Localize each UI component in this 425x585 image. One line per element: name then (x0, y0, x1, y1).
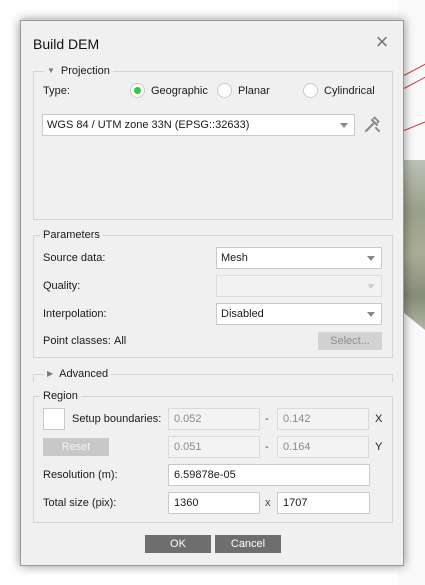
interpolation-label: Interpolation: (43, 308, 107, 320)
total-width-field[interactable]: 1360 (168, 492, 260, 514)
y-min-field[interactable]: 0.051 (168, 436, 260, 458)
point-classes-value: All (114, 335, 127, 347)
type-label: Type: (43, 85, 70, 97)
resolution-label: Resolution (m): (43, 469, 118, 481)
x-axis-label: X (375, 413, 383, 425)
total-size-label: Total size (pix): (43, 497, 117, 509)
radio-cylindrical-label[interactable]: Cylindrical (324, 85, 375, 97)
crs-select[interactable]: WGS 84 / UTM zone 33N (EPSG::32633) (42, 114, 355, 136)
y-range-dash: - (265, 441, 269, 453)
cancel-button[interactable]: Cancel (215, 535, 281, 553)
interpolation-select[interactable]: Disabled (216, 303, 382, 325)
radio-planar[interactable] (217, 83, 232, 98)
source-data-label: Source data: (43, 252, 106, 264)
dialog-title: Build DEM (33, 36, 100, 52)
build-dem-dialog: Build DEM × ▼ Projection Type: Geographic… (20, 20, 404, 566)
chevron-down-icon (367, 284, 375, 289)
x-max-field[interactable]: 0.142 (277, 408, 369, 430)
radio-cylindrical[interactable] (303, 83, 318, 98)
crs-value: WGS 84 / UTM zone 33N (EPSG::32633) (47, 119, 250, 131)
chevron-down-icon (367, 256, 375, 261)
region-legend: Region (40, 390, 81, 402)
close-icon[interactable]: × (373, 31, 391, 53)
y-max-field[interactable]: 0.164 (277, 436, 369, 458)
radio-geographic[interactable] (130, 83, 145, 98)
size-times-sign: x (265, 497, 271, 509)
y-axis-label: Y (375, 441, 383, 453)
setup-boundaries-checkbox[interactable] (43, 408, 65, 430)
x-min-field[interactable]: 0.052 (168, 408, 260, 430)
ok-button[interactable]: OK (145, 535, 211, 553)
radio-geographic-label[interactable]: Geographic (151, 85, 208, 97)
background-ortho-image (404, 160, 425, 330)
chevron-down-icon (367, 312, 375, 317)
advanced-group: ▶ Advanced (33, 368, 393, 382)
projection-legend[interactable]: ▼ Projection (44, 65, 113, 77)
reset-button[interactable]: Reset (43, 438, 109, 456)
x-range-dash: - (265, 413, 269, 425)
setup-boundaries-label: Setup boundaries: (72, 413, 162, 425)
collapse-triangle-icon: ▼ (47, 66, 55, 75)
radio-planar-label[interactable]: Planar (238, 85, 270, 97)
expand-triangle-icon: ▶ (47, 369, 54, 378)
select-point-classes-button[interactable]: Select... (318, 332, 382, 350)
quality-select[interactable] (216, 275, 382, 297)
advanced-legend[interactable]: ▶ Advanced (44, 368, 112, 380)
resolution-field[interactable]: 6.59878e-05 (168, 464, 370, 486)
total-height-field[interactable]: 1707 (277, 492, 370, 514)
interpolation-value: Disabled (221, 308, 264, 320)
chevron-down-icon (340, 123, 348, 128)
source-data-value: Mesh (221, 252, 248, 264)
parameters-legend: Parameters (40, 229, 103, 241)
crs-settings-tools-icon[interactable] (363, 116, 381, 134)
point-classes-label: Point classes: (43, 335, 111, 347)
quality-label: Quality: (43, 280, 81, 292)
source-data-select[interactable]: Mesh (216, 247, 382, 269)
